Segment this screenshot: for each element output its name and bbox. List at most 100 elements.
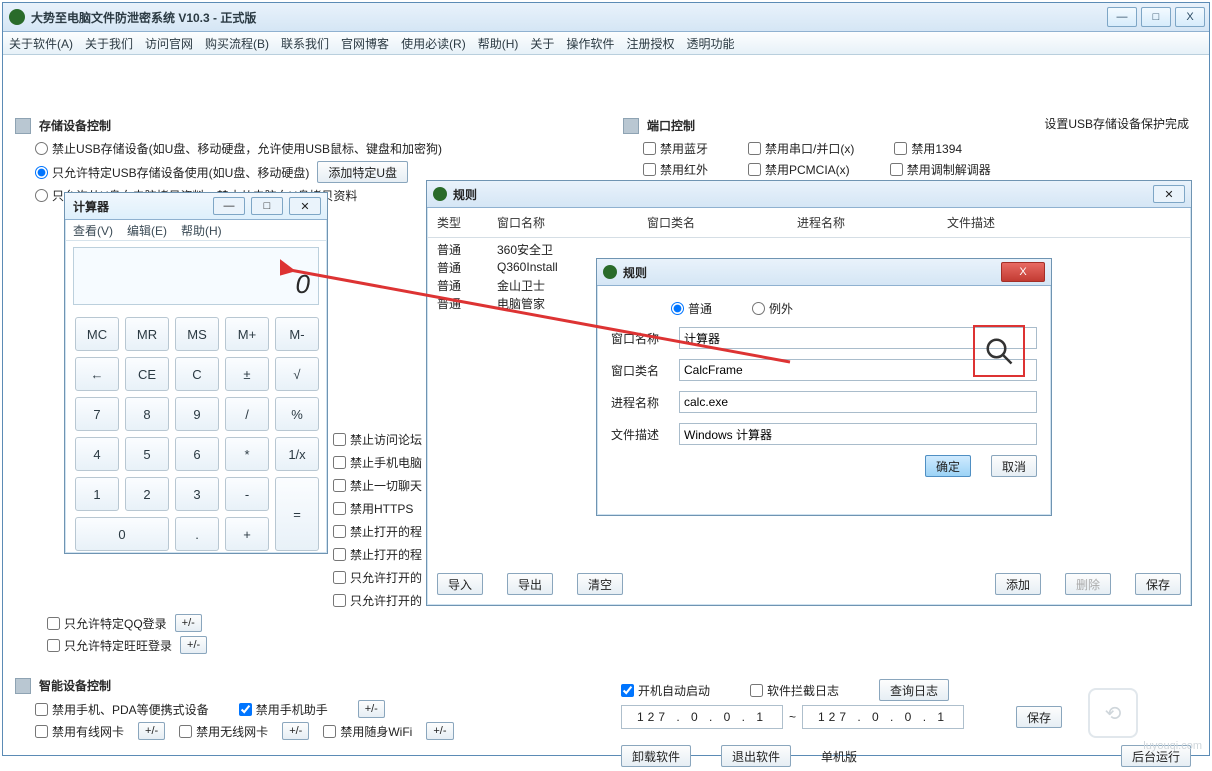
menu-item[interactable]: 关于软件(A) bbox=[9, 35, 73, 52]
calc-key[interactable]: ← bbox=[75, 357, 119, 391]
autostart-check[interactable]: 开机自动启动 bbox=[621, 682, 710, 699]
net-check[interactable]: 只允许打开的 bbox=[333, 569, 422, 586]
port-check[interactable]: 禁用调制解调器 bbox=[890, 161, 991, 178]
calc-key[interactable]: M+ bbox=[225, 317, 269, 351]
menu-item[interactable]: 使用必读(R) bbox=[401, 35, 466, 52]
rules-import-button[interactable]: 导入 bbox=[437, 573, 483, 595]
calc-key[interactable]: - bbox=[225, 477, 269, 511]
input-proc[interactable] bbox=[679, 391, 1037, 413]
smart-assist-check[interactable]: 禁用手机助手 bbox=[239, 701, 328, 718]
qq-pm-button[interactable]: +/- bbox=[175, 614, 202, 632]
menu-item[interactable]: 购买流程(B) bbox=[205, 35, 269, 52]
rule-edit-close-button[interactable]: X bbox=[1001, 262, 1045, 282]
port-check[interactable]: 禁用串口/并口(x) bbox=[748, 140, 854, 157]
port-check[interactable]: 禁用蓝牙 bbox=[643, 140, 708, 157]
input-desc[interactable] bbox=[679, 423, 1037, 445]
calc-key[interactable]: 8 bbox=[125, 397, 169, 431]
rule-cancel-button[interactable]: 取消 bbox=[991, 455, 1037, 477]
calc-key[interactable]: 0 bbox=[75, 517, 169, 551]
calc-key[interactable]: 9 bbox=[175, 397, 219, 431]
calc-key[interactable]: CE bbox=[125, 357, 169, 391]
uninstall-button[interactable]: 卸载软件 bbox=[621, 745, 691, 767]
rules-row[interactable]: 普通360安全卫 bbox=[437, 240, 1181, 258]
rule-type-except[interactable]: 例外 bbox=[752, 300, 793, 317]
calc-key[interactable]: 7 bbox=[75, 397, 119, 431]
ww-only-check[interactable]: 只允许特定旺旺登录 bbox=[47, 637, 172, 654]
net-check[interactable]: 禁止打开的程 bbox=[333, 523, 422, 540]
calc-key[interactable]: 2 bbox=[125, 477, 169, 511]
calc-max-button[interactable]: □ bbox=[251, 197, 283, 215]
query-log-button[interactable]: 查询日志 bbox=[879, 679, 949, 701]
rules-add-button[interactable]: 添加 bbox=[995, 573, 1041, 595]
calc-key[interactable]: 1/x bbox=[275, 437, 319, 471]
net-check[interactable]: 禁止访问论坛 bbox=[333, 431, 422, 448]
calc-key[interactable]: √ bbox=[275, 357, 319, 391]
storage-opt2[interactable]: 只允许特定USB存储设备使用(如U盘、移动硬盘) bbox=[35, 164, 309, 181]
calc-key[interactable]: 6 bbox=[175, 437, 219, 471]
calc-key[interactable]: = bbox=[275, 477, 319, 551]
calc-min-button[interactable]: — bbox=[213, 197, 245, 215]
rules-save-button[interactable]: 保存 bbox=[1135, 573, 1181, 595]
rule-ok-button[interactable]: 确定 bbox=[925, 455, 971, 477]
calc-key[interactable]: C bbox=[175, 357, 219, 391]
calc-key[interactable]: 5 bbox=[125, 437, 169, 471]
log-check[interactable]: 软件拦截日志 bbox=[750, 682, 839, 699]
ip-to[interactable]: 127 . 0 . 0 . 1 bbox=[802, 705, 964, 729]
maximize-button[interactable]: □ bbox=[1141, 7, 1171, 27]
calc-key[interactable]: MC bbox=[75, 317, 119, 351]
calc-key[interactable]: MS bbox=[175, 317, 219, 351]
net-check[interactable]: 禁用HTTPS bbox=[333, 500, 413, 517]
menu-item[interactable]: 帮助(H) bbox=[478, 35, 519, 52]
smart-pm1[interactable]: +/- bbox=[358, 700, 385, 718]
rules-delete-button[interactable]: 删除 bbox=[1065, 573, 1111, 595]
menu-item[interactable]: 官网博客 bbox=[341, 35, 389, 52]
calc-key[interactable]: M- bbox=[275, 317, 319, 351]
net-check[interactable]: 禁止手机电脑 bbox=[333, 454, 422, 471]
menu-item[interactable]: 注册授权 bbox=[626, 35, 674, 52]
smart-pm3[interactable]: +/- bbox=[282, 722, 309, 740]
net-check[interactable]: 只允许打开的 bbox=[333, 592, 422, 609]
menu-item[interactable]: 关于 bbox=[530, 35, 554, 52]
calc-key[interactable]: ± bbox=[225, 357, 269, 391]
calc-key[interactable]: . bbox=[175, 517, 219, 551]
smart-wlan-check[interactable]: 禁用无线网卡 bbox=[179, 723, 268, 740]
smart-lan-check[interactable]: 禁用有线网卡 bbox=[35, 723, 124, 740]
menu-item[interactable]: 访问官网 bbox=[145, 35, 193, 52]
calc-key[interactable]: * bbox=[225, 437, 269, 471]
net-check[interactable]: 禁止打开的程 bbox=[333, 546, 422, 563]
menu-item[interactable]: 联系我们 bbox=[281, 35, 329, 52]
magnifier-highlight[interactable] bbox=[973, 325, 1025, 377]
rule-type-normal[interactable]: 普通 bbox=[671, 300, 712, 317]
add-usb-button[interactable]: 添加特定U盘 bbox=[317, 161, 408, 183]
calc-menu-item[interactable]: 编辑(E) bbox=[127, 222, 167, 239]
calc-key[interactable]: + bbox=[225, 517, 269, 551]
close-button[interactable]: X bbox=[1175, 7, 1205, 27]
rules-clear-button[interactable]: 清空 bbox=[577, 573, 623, 595]
storage-opt1[interactable]: 禁止USB存储设备(如U盘、移动硬盘，允许使用USB鼠标、键盘和加密狗) bbox=[35, 140, 442, 157]
net-check[interactable]: 禁止一切聊天 bbox=[333, 477, 422, 494]
calc-key[interactable]: MR bbox=[125, 317, 169, 351]
minimize-button[interactable]: — bbox=[1107, 7, 1137, 27]
calc-menu-item[interactable]: 查看(V) bbox=[73, 222, 113, 239]
smart-pm2[interactable]: +/- bbox=[138, 722, 165, 740]
menu-item[interactable]: 透明功能 bbox=[686, 35, 734, 52]
ip-from[interactable]: 127 . 0 . 0 . 1 bbox=[621, 705, 783, 729]
calc-key[interactable]: 1 bbox=[75, 477, 119, 511]
calc-key[interactable]: 3 bbox=[175, 477, 219, 511]
ip-save-button[interactable]: 保存 bbox=[1016, 706, 1062, 728]
port-check[interactable]: 禁用1394 bbox=[894, 140, 962, 157]
port-check[interactable]: 禁用PCMCIA(x) bbox=[748, 161, 850, 178]
rules-export-button[interactable]: 导出 bbox=[507, 573, 553, 595]
rules-close-button[interactable]: ✕ bbox=[1153, 185, 1185, 203]
menu-item[interactable]: 关于我们 bbox=[85, 35, 133, 52]
calc-close-button[interactable]: ✕ bbox=[289, 197, 321, 215]
smart-pm4[interactable]: +/- bbox=[426, 722, 453, 740]
port-check[interactable]: 禁用红外 bbox=[643, 161, 708, 178]
qq-only-check[interactable]: 只允许特定QQ登录 bbox=[47, 615, 167, 632]
calc-key[interactable]: 4 bbox=[75, 437, 119, 471]
ww-pm-button[interactable]: +/- bbox=[180, 636, 207, 654]
menu-item[interactable]: 操作软件 bbox=[566, 35, 614, 52]
exit-button[interactable]: 退出软件 bbox=[721, 745, 791, 767]
calc-key[interactable]: / bbox=[225, 397, 269, 431]
calc-key[interactable]: % bbox=[275, 397, 319, 431]
